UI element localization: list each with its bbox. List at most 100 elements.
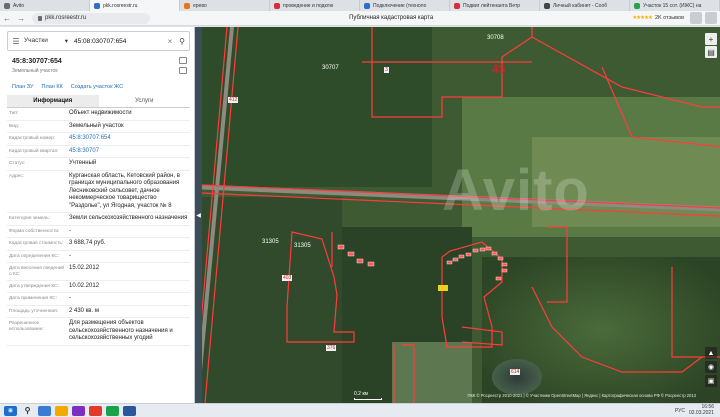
tab-information[interactable]: Информация [7,95,99,108]
browser-toolbar: ← → pkk.rosreestr.ru Публичная кадастров… [0,11,720,26]
search-input[interactable]: 45:08:030707:654 [72,38,165,45]
ruler-icon[interactable]: ▲ [705,347,717,359]
map-label-parcel: 3 [384,67,389,73]
location-icon[interactable]: ◉ [705,361,717,373]
attribute-row: Кадастровая стоимость: 3 688,74 руб. [7,238,190,251]
os-taskbar: ⊞ ⚲ РУС 16:56 02.03.2021 [0,403,720,417]
browser-tab-label: Участок 15 сот. (ИЖС) на [643,2,702,9]
browser-tab[interactable]: проведение и подклю [270,0,360,11]
tab-services[interactable]: Услуги [98,95,190,108]
favicon-icon [364,2,370,9]
map-tools: ▲ ◉ ▣ [705,347,717,387]
map-attribution: ПКК © Росреестр 2010-2021 | © Участники … [467,393,696,398]
back-arrow-icon[interactable]: ← [0,11,14,25]
rating-stars: ★★★★★ [632,15,653,21]
chevron-left-icon: ◀ [196,212,201,219]
browser-tab-label: ерево [193,2,207,9]
browser-tab[interactable]: Подвиг лейтенанта Ветр [450,0,540,11]
collapse-panel-button[interactable]: ◀ [195,27,202,403]
browser-tab[interactable]: Участок 15 сот. (ИЖС) на [630,0,720,11]
attribute-row: Площадь уточненная: 2 430 кв. м [7,306,190,318]
excel-icon[interactable] [106,405,119,416]
print-icon[interactable] [179,57,187,64]
favicon-icon [4,2,10,9]
browser-tab[interactable]: Личный кабинет - Сооб [540,0,630,11]
browser-tab[interactable]: pkk.rosreestr.ru [90,0,180,11]
windows-start-icon[interactable]: ⊞ [4,405,17,416]
browser-tab[interactable]: Подключение (техноло [360,0,450,11]
cadastral-map[interactable]: Avito 45 30707 30708 31305 31305 614 3 3… [202,27,720,403]
browser-tab-label: pkk.rosreestr.ru [103,2,138,9]
attribute-key: Тип: [9,111,19,116]
map-label-parcel: 376 [326,345,337,351]
edge-icon[interactable] [38,405,51,416]
bookmark-icon[interactable] [690,12,702,24]
word-icon[interactable] [123,405,136,416]
lock-icon [38,15,42,21]
attribute-key: Кадастровая стоимость: [9,241,64,246]
attribute-key: Статус: [9,161,26,166]
site-rating[interactable]: ★★★★★ 2K отзывов [632,15,684,21]
browser-tab-label: проведение и подклю [283,2,334,9]
share-icon[interactable] [179,67,187,74]
link-plan-zu[interactable]: План ЗУ [12,84,34,90]
attribute-row: Разрешенное использование: Для размещения… [7,318,190,346]
favicon-icon [94,2,100,9]
attribute-value: Земли сельскохозяйственного назначения [69,215,188,221]
browser-tab-label: Подключение (техноло [373,2,427,9]
forward-arrow-icon[interactable]: → [14,11,28,25]
attribute-row: Дата внесения сведений о КС: 15.02.2012 [7,263,190,281]
menu-icon[interactable] [705,12,717,24]
attribute-value[interactable]: 45:8:30707 [67,146,190,158]
attribute-key: Форма собственности: [9,228,60,234]
attribute-value: Объект недвижимости [69,110,132,116]
attribute-value: Для размещения объектов сельскохозяйстве… [69,320,173,341]
link-create-plot[interactable]: Создать участок ЖС [71,84,123,90]
scale-label: 0.2 км [354,391,368,397]
rating-count: 2K отзывов [654,15,684,21]
hamburger-icon[interactable]: ☰ [8,37,24,46]
attribute-key: Вид: [9,123,20,129]
attribute-key: Дата определения КС: [9,253,60,259]
clear-icon[interactable]: × [165,37,175,46]
browser-tab[interactable]: ерево [180,0,270,11]
attribute-value: 2 430 кв. м [69,307,99,314]
fullscreen-icon[interactable]: ▣ [705,375,717,387]
attribute-value: 10.02.2012 [69,282,100,289]
address-bar[interactable]: pkk.rosreestr.ru [32,12,150,24]
language-indicator[interactable]: РУС [675,408,685,414]
clock-date: 02.03.2021 [688,409,714,416]
attribute-value: 3 688,74 руб. [69,240,106,246]
search-icon[interactable]: ⚲ [175,37,189,46]
clock[interactable]: 16:56 02.03.2021 [688,404,714,416]
attribute-value: Учтенный [69,160,97,166]
attribute-key: Дата внесения сведений о КС: [9,266,65,277]
search-icon[interactable]: ⚲ [21,406,34,416]
search-type-select[interactable]: Участки ▾ [24,37,72,45]
attribute-key: Кадастровый квартал: [9,148,59,154]
link-plan-kk[interactable]: План КК [42,84,63,90]
map-label-parcel: 412 [228,97,239,103]
attribute-key: Дата утверждения КС: [9,283,59,289]
browser-tab-label: Подвиг лейтенанта Ветр [463,2,521,9]
browser-tab-label: Avito [13,2,25,9]
search-box[interactable]: ☰ Участки ▾ 45:08:030707:654 × ⚲ [7,31,190,51]
app-icon[interactable] [72,405,85,416]
attribute-row: Кадастровый номер: 45:8:30707:654 [7,133,190,146]
attribute-key: Разрешенное использование: [9,321,44,332]
map-label-quarter: 31305 [294,243,311,249]
zoom-in-icon[interactable]: + [705,33,717,45]
attribute-row: Тип: Объект недвижимости [7,108,190,121]
yandex-icon[interactable] [89,405,102,416]
file-explorer-icon[interactable] [55,405,68,416]
system-tray: РУС 16:56 02.03.2021 [675,404,720,416]
attribute-key: Площадь уточненная: [9,308,59,314]
info-panel: ☰ Участки ▾ 45:08:030707:654 × ⚲ 45:8:30… [0,27,195,403]
attribute-value[interactable]: 45:8:30707:654 [67,133,190,145]
address-text: pkk.rosreestr.ru [45,15,87,21]
layers-icon[interactable]: ▤ [705,46,717,58]
browser-tab[interactable]: Avito [0,0,90,11]
attribute-value: 15.02.2012 [69,265,100,271]
attribute-row: Адрес: Курганская область, Кетовский райо… [7,171,190,213]
favicon-icon [544,2,550,9]
